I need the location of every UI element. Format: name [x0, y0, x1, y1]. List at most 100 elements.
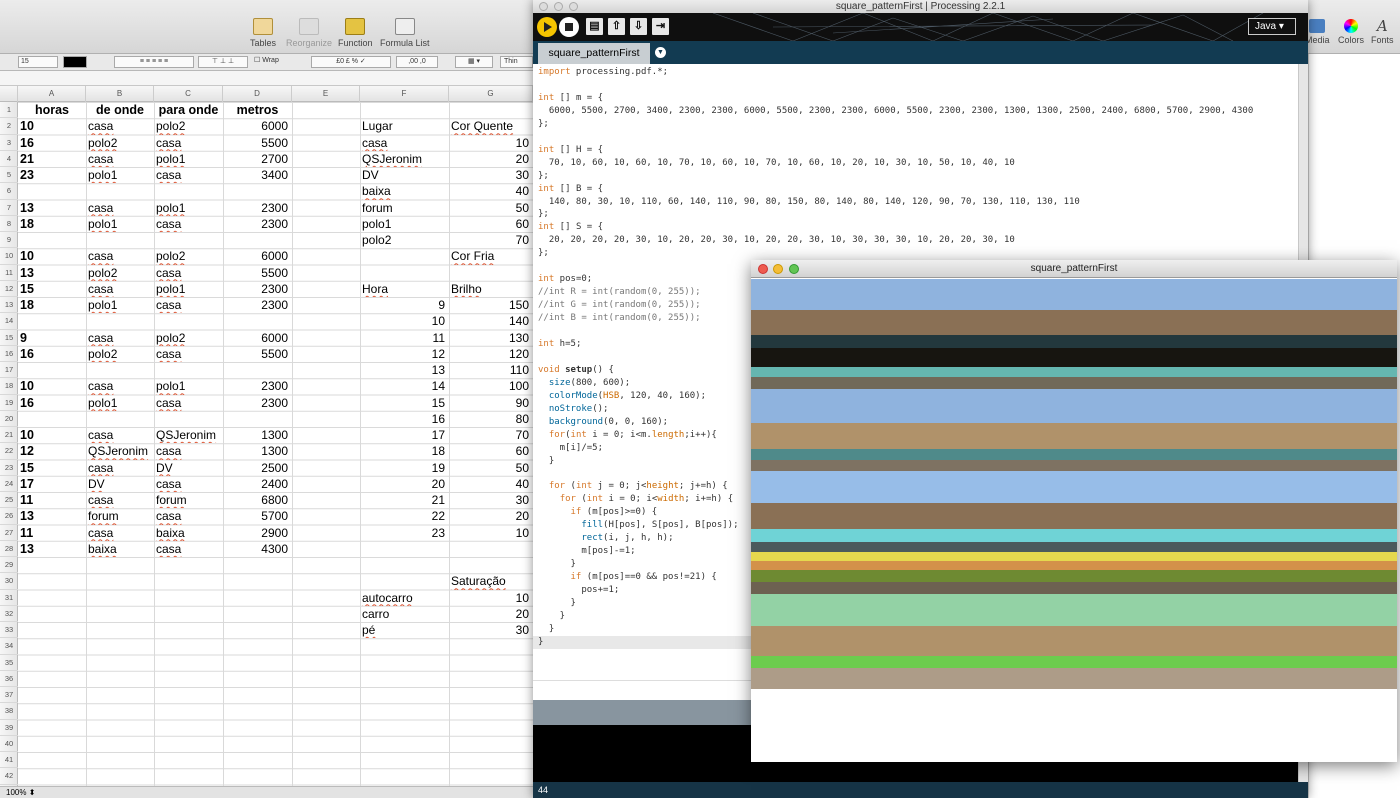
code-line[interactable]: int pos=0;: [538, 273, 592, 286]
cell-a8[interactable]: 18: [18, 216, 86, 232]
row-header[interactable]: 40: [0, 736, 18, 752]
cell-c15[interactable]: polo2: [154, 330, 223, 346]
row-header[interactable]: 36: [0, 671, 18, 687]
row-header[interactable]: 35: [0, 655, 18, 671]
cell-a24[interactable]: 17: [18, 476, 86, 492]
mode-select[interactable]: Java ▾: [1248, 18, 1296, 35]
minimize-window-icon[interactable]: [773, 264, 783, 274]
cell-f3[interactable]: casa: [360, 135, 449, 151]
cell-f7[interactable]: forum: [360, 200, 449, 216]
row-header[interactable]: 18: [0, 378, 18, 395]
cell-f16[interactable]: 12: [360, 346, 449, 362]
code-line[interactable]: for(int i = 0; i<m.length;i++){: [538, 429, 717, 442]
code-line[interactable]: m[pos]-=1;: [538, 545, 635, 558]
code-line[interactable]: 140, 80, 30, 10, 110, 60, 140, 110, 90, …: [538, 196, 1080, 209]
cell-b10[interactable]: casa: [86, 248, 154, 264]
column-header[interactable]: F: [360, 86, 449, 102]
close-window-icon[interactable]: [539, 2, 548, 11]
cell-b19[interactable]: polo1: [86, 395, 154, 411]
cell-b12[interactable]: casa: [86, 281, 154, 297]
code-line[interactable]: fill(H[pos], S[pos], B[pos]);: [538, 519, 738, 532]
zoom-window-icon[interactable]: [569, 2, 578, 11]
row-header[interactable]: 6: [0, 183, 18, 200]
wrap-checkbox[interactable]: ☐ Wrap: [254, 56, 290, 68]
cell-f4[interactable]: QSJeronim: [360, 151, 449, 167]
cell-f15[interactable]: 11: [360, 330, 449, 346]
code-line[interactable]: }: [538, 597, 576, 610]
row-header[interactable]: 26: [0, 508, 18, 525]
code-line[interactable]: void setup() {: [538, 364, 614, 377]
code-line[interactable]: };: [538, 208, 549, 221]
cell-g9[interactable]: 70: [449, 232, 533, 248]
row-header[interactable]: 20: [0, 411, 18, 427]
cell-d21[interactable]: 1300: [223, 427, 292, 443]
cell-a5[interactable]: 23: [18, 167, 86, 183]
row-header[interactable]: 15: [0, 330, 18, 346]
cell-b28[interactable]: baixa: [86, 541, 154, 557]
cell-f23[interactable]: 19: [360, 460, 449, 476]
row-header[interactable]: 3: [0, 135, 18, 151]
cell-f14[interactable]: 10: [360, 313, 449, 329]
cell-g27[interactable]: 10: [449, 525, 533, 541]
cell-g22[interactable]: 60: [449, 443, 533, 459]
colors-button[interactable]: Colors: [1338, 19, 1364, 45]
function-button[interactable]: Function: [338, 18, 373, 48]
cell-d28[interactable]: 4300: [223, 541, 292, 557]
cell-g18[interactable]: 100: [449, 378, 533, 394]
cell-d13[interactable]: 2300: [223, 297, 292, 313]
cell-area[interactable]: horas de onde para onde metros 10 casa polo2 60…: [18, 102, 533, 786]
cell-b26[interactable]: forum: [86, 508, 154, 524]
alignment-buttons[interactable]: ≡ ≡ ≡ ≡ ≡: [114, 56, 194, 68]
cell-b8[interactable]: polo1: [86, 216, 154, 232]
cell-c10[interactable]: polo2: [154, 248, 223, 264]
code-line[interactable]: noStroke();: [538, 403, 609, 416]
cell-d27[interactable]: 2900: [223, 525, 292, 541]
cell-g17[interactable]: 110: [449, 362, 533, 378]
cell-b25[interactable]: casa: [86, 492, 154, 508]
cell-f17[interactable]: 13: [360, 362, 449, 378]
cell-d22[interactable]: 1300: [223, 443, 292, 459]
row-header[interactable]: 4: [0, 151, 18, 167]
code-line[interactable]: };: [538, 170, 549, 183]
column-header[interactable]: B: [86, 86, 154, 102]
cell-b18[interactable]: casa: [86, 378, 154, 394]
cell-d16[interactable]: 5500: [223, 346, 292, 362]
cell-g26[interactable]: 20: [449, 508, 533, 524]
cell-d7[interactable]: 2300: [223, 200, 292, 216]
cell-g30[interactable]: Saturação: [449, 573, 533, 589]
cell-b2[interactable]: casa: [86, 118, 154, 134]
cell-g2[interactable]: Cor Quente: [449, 118, 533, 134]
row-header[interactable]: 28: [0, 541, 18, 557]
formula-list-button[interactable]: Formula List: [380, 18, 430, 48]
cell-f9[interactable]: polo2: [360, 232, 449, 248]
cell-g10[interactable]: Cor Fria: [449, 248, 533, 264]
cell-d24[interactable]: 2400: [223, 476, 292, 492]
cell-b5[interactable]: polo1: [86, 167, 154, 183]
code-line[interactable]: int [] B = {: [538, 183, 603, 196]
row-header[interactable]: 12: [0, 281, 18, 297]
cell-g16[interactable]: 120: [449, 346, 533, 362]
cell-f31[interactable]: autocarro: [360, 590, 449, 606]
code-line[interactable]: size(800, 600);: [538, 377, 630, 390]
run-button[interactable]: [537, 17, 557, 37]
cell-d26[interactable]: 5700: [223, 508, 292, 524]
cell-g8[interactable]: 60: [449, 216, 533, 232]
row-header[interactable]: 9: [0, 232, 18, 249]
cell-b27[interactable]: casa: [86, 525, 154, 541]
zoom-window-icon[interactable]: [789, 264, 799, 274]
cell-d19[interactable]: 2300: [223, 395, 292, 411]
code-line[interactable]: //int B = int(random(0, 255));: [538, 312, 701, 325]
cell-g3[interactable]: 10: [449, 135, 533, 151]
cell-g15[interactable]: 130: [449, 330, 533, 346]
row-header[interactable]: 21: [0, 427, 18, 444]
cell-a27[interactable]: 11: [18, 525, 86, 541]
cell-g19[interactable]: 90: [449, 395, 533, 411]
code-line[interactable]: for (int j = 0; j<height; j+=h) {: [538, 480, 728, 493]
cell-f5[interactable]: DV: [360, 167, 449, 183]
text-color-swatch[interactable]: [63, 56, 87, 68]
zoom-select[interactable]: 100%: [6, 788, 26, 797]
cell-f27[interactable]: 23: [360, 525, 449, 541]
cell-a3[interactable]: 16: [18, 135, 86, 151]
cell-g5[interactable]: 30: [449, 167, 533, 183]
export-button[interactable]: ⇥: [652, 18, 669, 35]
